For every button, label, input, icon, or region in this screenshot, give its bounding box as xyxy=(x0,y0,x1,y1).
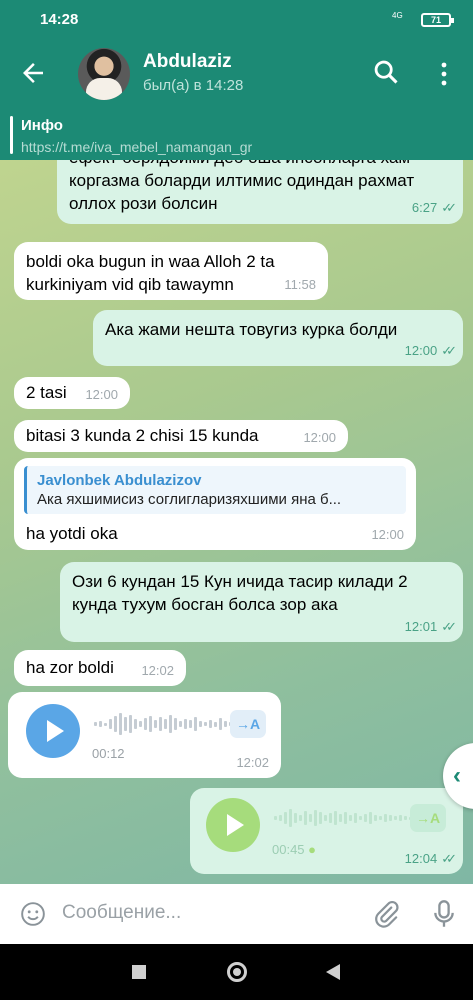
recents-icon[interactable] xyxy=(132,965,146,979)
battery-icon: 71 xyxy=(421,13,454,27)
message-input-bar: Сообщение... xyxy=(0,884,473,944)
transcribe-button[interactable]: →A xyxy=(230,710,266,738)
message-bubble[interactable]: Ака жами нешта товугиз курка болди 12:00… xyxy=(93,310,463,366)
message-bubble[interactable]: ефект берядоими дёб оша инсонларга хам к… xyxy=(57,160,463,224)
voice-duration-text: 00:45 xyxy=(272,842,305,857)
read-ticks-icon: ✓✓ xyxy=(441,619,457,634)
read-ticks-icon: ✓✓ xyxy=(441,200,457,215)
mic-icon[interactable] xyxy=(430,899,458,929)
reply-quote[interactable]: Javlonbek Abdulazizov Ака яхшимисиз согл… xyxy=(24,466,406,514)
message-time: 12:00 xyxy=(404,343,438,358)
voice-message[interactable]: →A 00:45 ● 12:04 ✓✓ xyxy=(190,788,463,874)
read-ticks-icon: ✓✓ xyxy=(441,851,457,866)
message-text: boldi oka bugun in waa Alloh 2 ta kurkin… xyxy=(26,252,275,294)
chevron-left-icon: ‹ xyxy=(453,762,461,789)
transcribe-button[interactable]: →A xyxy=(410,804,446,832)
status-time: 14:28 xyxy=(40,11,79,28)
message-time: 12:02 xyxy=(141,663,174,678)
message-input[interactable]: Сообщение... xyxy=(62,902,181,924)
message-time: 11:58 xyxy=(284,277,316,292)
message-text: Ака жами нешта товугиз курка болди xyxy=(105,320,398,339)
attach-icon[interactable] xyxy=(372,900,400,928)
message-meta: 12:01 ✓✓ xyxy=(404,615,457,638)
contact-name[interactable]: Abdulaziz xyxy=(143,51,232,73)
message-time: 6:27 xyxy=(411,200,438,215)
system-back-icon[interactable] xyxy=(326,964,340,980)
reply-text: Ака яхшимисиз соглигларизяхшими яна б... xyxy=(37,491,342,508)
message-bubble[interactable]: Javlonbek Abdulazizov Ака яхшимисиз согл… xyxy=(14,458,416,550)
waveform[interactable] xyxy=(274,803,412,833)
pinned-bar xyxy=(10,116,13,154)
home-icon[interactable] xyxy=(227,962,247,982)
message-time: 12:00 xyxy=(303,430,336,445)
message-time: 12:04 xyxy=(404,851,438,866)
search-icon[interactable] xyxy=(372,58,400,86)
voice-duration: 00:45 ● xyxy=(272,838,316,861)
message-time: 12:01 xyxy=(404,619,438,634)
message-bubble[interactable]: boldi oka bugun in waa Alloh 2 ta kurkin… xyxy=(14,242,328,300)
last-seen-status: был(а) в 14:28 xyxy=(143,77,244,94)
play-button[interactable] xyxy=(206,798,260,852)
message-bubble[interactable]: ha zor boldi 12:02 xyxy=(14,650,186,686)
message-text: ha yotdi oka xyxy=(26,524,118,543)
read-ticks-icon: ✓✓ xyxy=(441,343,457,358)
voice-message[interactable]: →A 00:12 12:02 xyxy=(8,692,281,778)
pinned-link[interactable]: https://t.me/iva_mebel_namangan_gr xyxy=(21,139,252,155)
system-nav-bar xyxy=(0,944,473,1000)
status-bar: 14:28 4G 71 xyxy=(0,0,473,40)
message-text: Ози 6 кундан 15 Кун ичида тасир килади 2… xyxy=(72,572,408,614)
message-bubble[interactable]: 2 tasi 12:00 xyxy=(14,377,130,409)
signal-icon: 4G xyxy=(392,11,403,20)
message-time: 12:02 xyxy=(236,755,269,770)
back-arrow-icon[interactable] xyxy=(18,58,48,88)
pinned-message[interactable]: Инфо https://t.me/iva_mebel_namangan_gr xyxy=(0,108,473,160)
message-bubble[interactable]: bitasi 3 kunda 2 chisi 15 kunda 12:00 xyxy=(14,420,348,452)
avatar[interactable] xyxy=(78,48,130,100)
message-text: bitasi 3 kunda 2 chisi 15 kunda xyxy=(26,426,259,445)
waveform[interactable] xyxy=(94,709,232,739)
pinned-title: Инфо xyxy=(21,117,63,134)
unplayed-dot-icon: ● xyxy=(308,842,317,857)
message-bubble[interactable]: Ози 6 кундан 15 Кун ичида тасир килади 2… xyxy=(60,562,463,642)
voice-duration: 00:12 xyxy=(92,746,125,761)
more-vert-icon[interactable] xyxy=(432,60,456,88)
chat-header: Abdulaziz был(а) в 14:28 xyxy=(0,40,473,108)
reply-author: Javlonbek Abdulazizov xyxy=(37,472,202,489)
message-text: ефект берядоими дёб оша инсонларга хам к… xyxy=(69,160,415,213)
message-meta: 12:04 ✓✓ xyxy=(404,847,457,870)
chat-area[interactable]: ефект берядоими дёб оша инсонларга хам к… xyxy=(0,160,473,884)
play-button[interactable] xyxy=(26,704,80,758)
emoji-icon[interactable] xyxy=(20,901,46,927)
message-meta: 6:27 ✓✓ xyxy=(411,196,457,219)
message-time: 12:00 xyxy=(85,387,118,402)
message-time: 12:00 xyxy=(371,527,404,542)
message-meta: 12:00 ✓✓ xyxy=(404,339,457,362)
